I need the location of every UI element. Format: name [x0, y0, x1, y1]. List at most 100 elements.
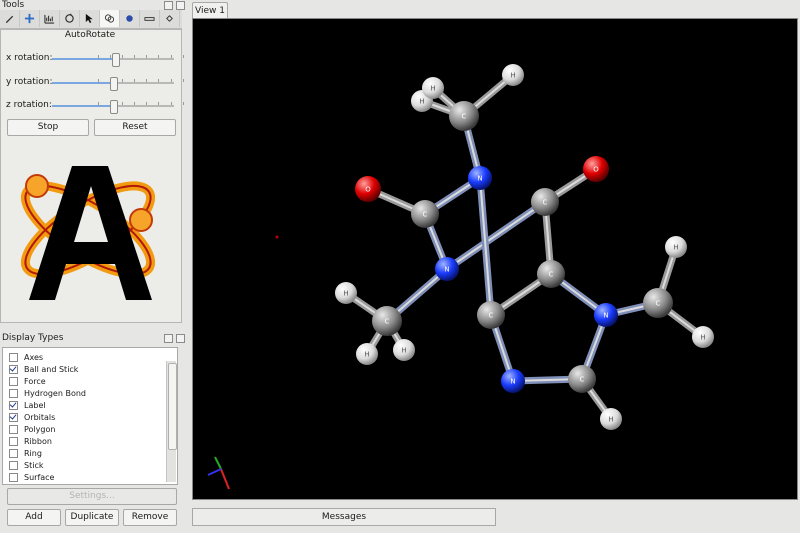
atom-label: O — [365, 186, 371, 194]
add-button[interactable]: Add — [7, 509, 61, 526]
atom-c[interactable]: C — [372, 306, 402, 336]
display-type-item[interactable]: Label — [3, 399, 177, 411]
display-type-item[interactable]: Orbitals — [3, 411, 177, 423]
checkbox[interactable] — [9, 424, 18, 434]
atom-label: H — [364, 351, 369, 359]
stray-marker — [275, 235, 279, 239]
messages-tab[interactable]: Messages — [192, 508, 496, 526]
checkbox[interactable] — [9, 460, 18, 470]
display-type-item[interactable]: Polygon — [3, 423, 177, 435]
atom-c[interactable]: C — [643, 288, 673, 318]
y-rotation-track[interactable] — [52, 77, 220, 91]
y-rotation-handle[interactable] — [110, 77, 118, 91]
settings-button[interactable]: Settings... — [7, 488, 177, 505]
tool-bond-centric[interactable] — [140, 10, 160, 27]
float-button[interactable] — [164, 1, 173, 10]
tool-manipulate[interactable] — [60, 10, 80, 27]
reset-button[interactable]: Reset — [94, 119, 176, 136]
tool-select[interactable] — [80, 10, 100, 27]
checkbox[interactable] — [9, 352, 18, 362]
checkbox[interactable] — [9, 448, 18, 458]
atom-c[interactable]: C — [531, 188, 559, 216]
display-type-label: Ring — [24, 448, 42, 458]
atom-n[interactable]: N — [468, 166, 492, 190]
display-type-item[interactable]: Ring — [3, 447, 177, 459]
tool-autorotate[interactable] — [100, 10, 120, 27]
tool-measure[interactable] — [40, 10, 60, 27]
checkbox[interactable] — [9, 472, 18, 482]
stop-button[interactable]: Stop — [7, 119, 89, 136]
atom-label: C — [543, 199, 548, 207]
z-rotation-handle[interactable] — [110, 100, 118, 114]
tab-view-1[interactable]: View 1 — [192, 2, 228, 19]
manipulate-icon — [65, 13, 74, 23]
bond-highlight — [446, 201, 546, 270]
display-type-label: Force — [24, 376, 46, 386]
checkbox[interactable] — [9, 400, 18, 410]
atom-o[interactable]: O — [583, 156, 609, 182]
atom-h[interactable]: H — [356, 343, 378, 365]
atom-label: H — [343, 290, 348, 298]
tool-extensions[interactable] — [160, 10, 180, 27]
close-button[interactable] — [176, 1, 185, 10]
atom-n[interactable]: N — [594, 303, 618, 327]
molecule-viewport[interactable]: NNNNCCCCCCCCOOHHHHHHHHH — [192, 18, 798, 500]
checkbox[interactable] — [9, 364, 18, 374]
atom-h[interactable]: H — [335, 282, 357, 304]
draw-icon — [5, 15, 14, 24]
display-type-item[interactable]: Axes — [3, 351, 177, 363]
atom-label: H — [430, 85, 435, 93]
display-types-dock-buttons — [164, 334, 185, 343]
checkbox[interactable] — [9, 436, 18, 446]
duplicate-button[interactable]: Duplicate — [65, 509, 119, 526]
atom-n[interactable]: N — [501, 369, 525, 393]
autorotate-title: AutoRotate — [64, 30, 116, 40]
display-type-item[interactable]: Hydrogen Bond — [3, 387, 177, 399]
extensions-icon — [166, 15, 173, 22]
tool-navigate[interactable] — [20, 10, 40, 27]
atom-o[interactable]: O — [355, 176, 381, 202]
display-type-item[interactable]: Surface — [3, 471, 177, 483]
display-types-scrollbar[interactable] — [166, 361, 177, 482]
measure-icon — [44, 14, 55, 24]
bond-centric-icon — [144, 17, 155, 21]
atom-h[interactable]: H — [502, 64, 524, 86]
display-type-item[interactable]: Ball and Stick — [3, 363, 177, 375]
atom-c[interactable]: C — [411, 200, 439, 228]
atom-h[interactable]: H — [600, 408, 622, 430]
atom-label: H — [608, 416, 613, 424]
atom-label: C — [385, 318, 390, 326]
atom-label: C — [580, 376, 585, 384]
z-rotation-track[interactable] — [52, 100, 220, 114]
atom-c[interactable]: C — [537, 260, 565, 288]
molecule-render[interactable]: NNNNCCCCCCCCOOHH HHHHHHH — [193, 19, 797, 499]
tools-panel-title: Tools — [2, 0, 25, 10]
close-button[interactable] — [176, 334, 185, 343]
display-type-item[interactable]: Force — [3, 375, 177, 387]
x-rotation-track[interactable] — [52, 53, 220, 67]
tool-draw[interactable] — [0, 10, 20, 27]
atom-n[interactable]: N — [435, 257, 459, 281]
checkbox[interactable] — [9, 376, 18, 386]
z-rotation-slider-row: z rotation: — [6, 99, 220, 114]
checkbox[interactable] — [9, 412, 18, 422]
scrollbar-thumb[interactable] — [168, 363, 177, 450]
display-type-item[interactable]: Stick — [3, 459, 177, 471]
atom-c[interactable]: C — [477, 301, 505, 329]
tool-align[interactable] — [120, 10, 140, 27]
atom-h[interactable]: H — [692, 326, 714, 348]
atom-label: N — [510, 378, 515, 386]
atom-c[interactable]: C — [568, 365, 596, 393]
display-type-item[interactable]: Ribbon — [3, 435, 177, 447]
tools-toolbar — [0, 10, 182, 29]
atom-c[interactable]: C — [449, 101, 479, 131]
float-button[interactable] — [164, 334, 173, 343]
atom-h[interactable]: H — [665, 236, 687, 258]
atom-h[interactable]: H — [393, 339, 415, 361]
remove-button[interactable]: Remove — [123, 509, 177, 526]
atom-h[interactable]: H — [422, 77, 444, 99]
x-rotation-handle[interactable] — [112, 53, 121, 67]
axes-indicator — [207, 456, 230, 490]
display-type-label: Hydrogen Bond — [24, 388, 86, 398]
checkbox[interactable] — [9, 388, 18, 398]
